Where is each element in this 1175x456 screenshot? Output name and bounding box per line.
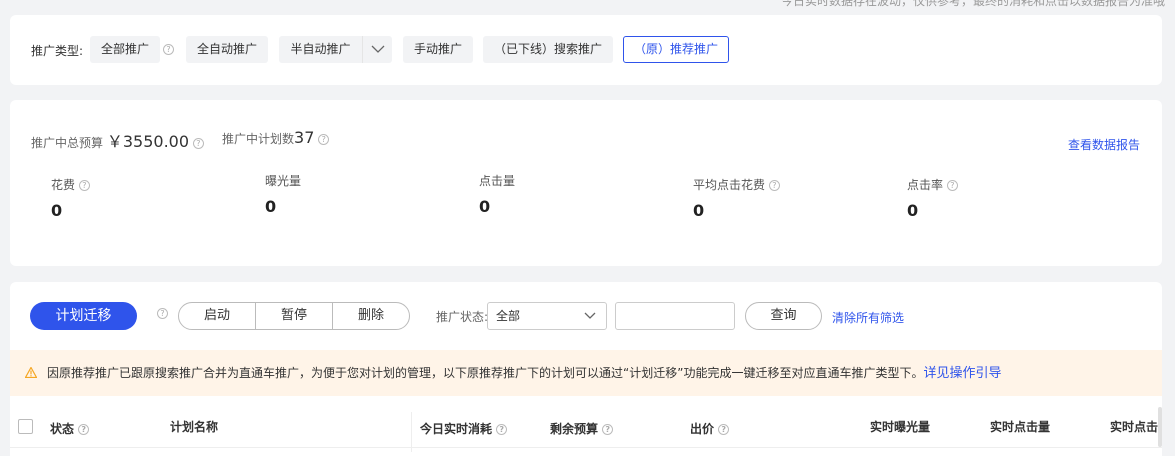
help-icon[interactable]: ? — [78, 424, 90, 435]
column-header-today-cost[interactable]: 今日实时消耗 ? — [420, 420, 508, 437]
metric-impressions: 曝光量 0 — [265, 172, 301, 216]
select-all-checkbox[interactable] — [18, 419, 33, 434]
migration-notice-text: 因原推荐推广已跟原搜索推广合并为直通车推广，为便于您对计划的管理，以下原推荐推广… — [47, 366, 924, 380]
column-header-clicks[interactable]: 实时点击量 — [990, 418, 1050, 435]
help-icon[interactable]: ? — [768, 180, 780, 191]
metric-clicks-label: 点击量 — [479, 174, 516, 188]
active-plans: 推广中计划数37 ? — [222, 128, 330, 147]
migration-notice: 因原推荐推广已跟原搜索推广合并为直通车推广，为便于您对计划的管理，以下原推荐推广… — [10, 350, 1162, 396]
tab-recommend[interactable]: （原）推荐推广 — [623, 36, 729, 63]
operation-guide-link[interactable]: 详见操作引导 — [923, 366, 1001, 381]
help-icon[interactable]: ? — [718, 424, 730, 435]
active-plans-value: 37 — [294, 128, 315, 147]
tab-semi-auto[interactable]: 半自动推广 — [279, 36, 392, 63]
table-header-divider — [10, 447, 1162, 448]
summary-card: 推广中总预算 ￥3550.00 ? 推广中计划数37 ? 查看数据报告 花费 ?… — [10, 100, 1162, 266]
plan-list-card: 计划迁移 ? 启动 暂停 删除 推广状态: 全部 查询 清除所有筛选 因原推荐推… — [10, 282, 1162, 456]
tab-full-auto[interactable]: 全自动推广 — [186, 36, 268, 63]
column-header-bid[interactable]: 出价 ? — [690, 420, 730, 437]
metric-avg-cpc: 平均点击花费 ? 0 — [693, 176, 780, 220]
column-ctr-label: 实时点击率 — [1110, 420, 1162, 434]
promo-type-label: 推广类型: — [31, 44, 84, 58]
pause-button[interactable]: 暂停 — [255, 303, 332, 329]
tab-all-promo[interactable]: 全部推广 — [90, 36, 160, 63]
column-today-cost-label: 今日实时消耗 — [420, 422, 493, 436]
metric-ctr-value: 0 — [907, 201, 919, 220]
metric-clicks-value: 0 — [479, 197, 491, 216]
realtime-data-note: 今日实时数据存在波动，仅供参考，最终的消耗和点击以数据报告为准哦 — [780, 0, 1165, 8]
tab-recommend-label: （原）推荐推广 — [633, 42, 718, 56]
status-filter-value: 全部 — [496, 309, 521, 323]
view-report-link[interactable]: 查看数据报告 — [1068, 136, 1140, 153]
metric-cost-value: 0 — [51, 201, 63, 220]
column-plan-name-label: 计划名称 — [170, 420, 219, 434]
column-bid-label: 出价 — [690, 422, 715, 436]
column-header-plan-name[interactable]: 计划名称 — [170, 418, 218, 435]
total-budget: 推广中总预算 ￥3550.00 ? — [31, 128, 204, 152]
metric-ctr-label: 点击率 — [907, 178, 944, 192]
tab-manual-label: 手动推广 — [413, 42, 462, 56]
help-icon[interactable]: ? — [602, 424, 614, 435]
status-filter-label: 推广状态: — [436, 310, 489, 324]
help-icon[interactable]: ? — [192, 138, 204, 149]
total-budget-label: 推广中总预算 — [31, 136, 104, 150]
status-filter-select[interactable]: 全部 — [487, 302, 607, 330]
help-icon[interactable]: ? — [78, 180, 90, 191]
start-button[interactable]: 启动 — [179, 303, 255, 329]
help-icon[interactable]: ? — [157, 308, 168, 319]
column-separator — [411, 412, 412, 452]
column-status-label: 状态 — [50, 422, 75, 436]
chevron-down-icon — [584, 312, 596, 319]
column-impressions-label: 实时曝光量 — [870, 420, 931, 434]
warning-icon — [25, 367, 37, 378]
horizontal-scrollbar[interactable] — [1158, 407, 1162, 447]
batch-action-group: 启动 暂停 删除 — [178, 302, 410, 330]
active-plans-label: 推广中计划数 — [222, 132, 295, 146]
chevron-down-icon[interactable] — [362, 36, 392, 63]
metric-clicks: 点击量 0 — [479, 172, 515, 216]
help-icon[interactable]: ? — [163, 44, 174, 55]
column-remaining-budget-label: 剩余预算 — [550, 422, 599, 436]
help-icon[interactable]: ? — [318, 134, 330, 145]
metric-cost-label: 花费 — [51, 178, 76, 192]
migrate-plan-button[interactable]: 计划迁移 — [30, 302, 137, 330]
plan-search-input[interactable] — [615, 302, 735, 330]
promo-type-card: 推广类型: 全部推广 ? 全自动推广 半自动推广 手动推广 （已下线）搜索推广 … — [10, 15, 1162, 85]
column-header-impressions[interactable]: 实时曝光量 — [870, 418, 930, 435]
tab-full-auto-label: 全自动推广 — [196, 42, 257, 56]
tab-search-offline[interactable]: （已下线）搜索推广 — [483, 36, 613, 63]
column-clicks-label: 实时点击量 — [990, 420, 1051, 434]
column-header-status[interactable]: 状态 ? — [50, 420, 90, 437]
metric-impressions-value: 0 — [265, 197, 277, 216]
tab-manual[interactable]: 手动推广 — [403, 36, 473, 63]
column-header-ctr[interactable]: 实时点击率 — [1110, 418, 1162, 435]
help-icon[interactable]: ? — [496, 424, 508, 435]
column-header-remaining-budget[interactable]: 剩余预算 ? — [550, 420, 614, 437]
tab-search-offline-label: （已下线）搜索推广 — [493, 42, 602, 56]
delete-button[interactable]: 删除 — [332, 303, 409, 329]
total-budget-value: ￥3550.00 — [106, 132, 190, 151]
query-button[interactable]: 查询 — [745, 302, 822, 330]
metric-impressions-label: 曝光量 — [265, 174, 302, 188]
tab-semi-auto-label: 半自动推广 — [290, 42, 351, 56]
metric-cost: 花费 ? 0 — [51, 176, 90, 220]
clear-filters-link[interactable]: 清除所有筛选 — [832, 309, 904, 326]
metric-ctr: 点击率 ? 0 — [907, 176, 958, 220]
metric-avg-cpc-value: 0 — [693, 201, 705, 220]
tab-all-promo-label: 全部推广 — [100, 42, 149, 56]
help-icon[interactable]: ? — [946, 180, 958, 191]
metric-avg-cpc-label: 平均点击花费 — [693, 178, 766, 192]
